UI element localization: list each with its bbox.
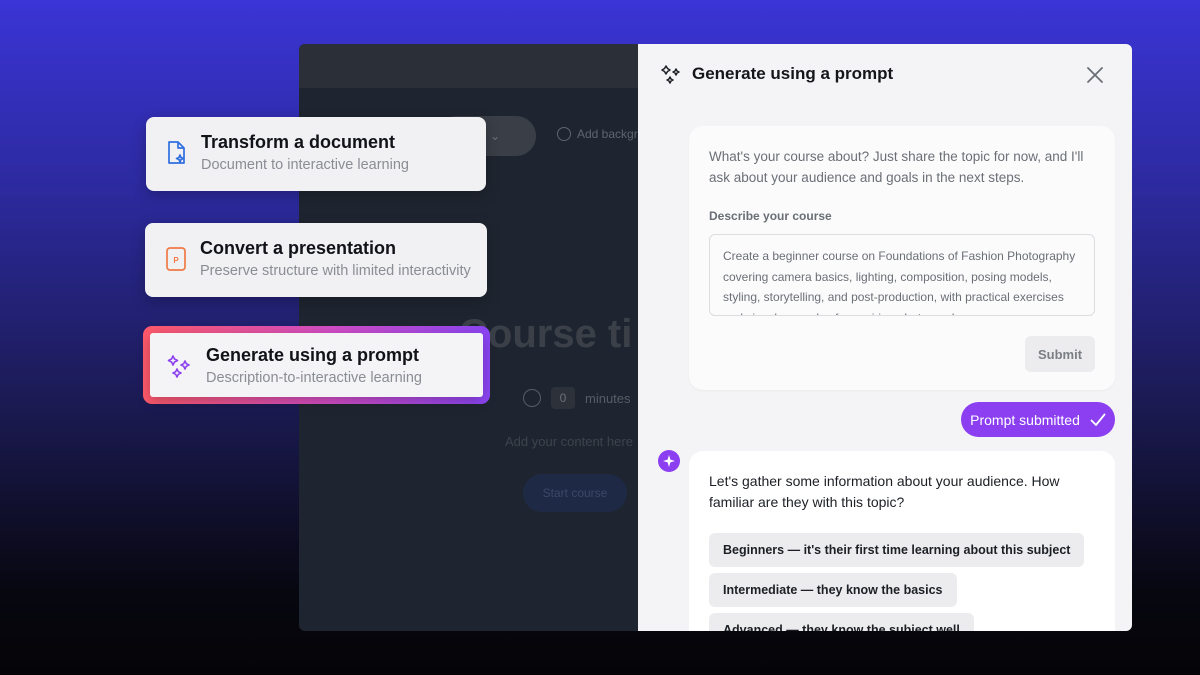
generate-panel: Generate using a prompt What's your cour… bbox=[638, 44, 1132, 631]
prompt-card: What's your course about? Just share the… bbox=[689, 126, 1115, 390]
assistant-message-card: Let's gather some information about your… bbox=[689, 451, 1115, 631]
add-content-placeholder: Add your content here bbox=[505, 434, 633, 449]
course-description-textarea[interactable]: Create a beginner course on Foundations … bbox=[709, 234, 1095, 316]
clock-icon bbox=[523, 389, 541, 407]
prompt-intro-text: What's your course about? Just share the… bbox=[709, 149, 1084, 185]
option-subtitle: Description-to-interactive learning bbox=[206, 370, 422, 386]
sparkles-icon bbox=[661, 65, 680, 84]
panel-header: Generate using a prompt bbox=[638, 44, 1132, 104]
option-subtitle: Document to interactive learning bbox=[201, 157, 409, 173]
app-topbar bbox=[299, 44, 639, 88]
svg-text:P: P bbox=[173, 256, 179, 265]
option-title: Transform a document bbox=[201, 132, 396, 152]
duration-unit: minutes bbox=[585, 390, 631, 406]
option-generate-prompt-selected-border[interactable]: Generate using a prompt Description-to-i… bbox=[143, 326, 490, 404]
assistant-question: Let's gather some information about your… bbox=[709, 473, 1060, 510]
audience-option-advanced[interactable]: Advanced — they know the subject well bbox=[709, 613, 974, 631]
prompt-submitted-label: Prompt submitted bbox=[970, 411, 1080, 428]
audience-option-intermediate[interactable]: Intermediate — they know the basics bbox=[709, 573, 957, 607]
option-convert-presentation[interactable]: P Convert a presentation Preserve struct… bbox=[145, 223, 487, 297]
option-transform-document[interactable]: Transform a document Document to interac… bbox=[146, 117, 486, 191]
add-background-label: Add backgr bbox=[577, 127, 638, 141]
prompt-submitted-badge: Prompt submitted bbox=[961, 402, 1115, 437]
audience-option-beginners[interactable]: Beginners — it's their first time learni… bbox=[709, 533, 1085, 567]
option-title: Generate using a prompt bbox=[206, 345, 420, 365]
add-background-button[interactable]: Add backgr bbox=[557, 127, 638, 141]
submit-button[interactable]: Submit bbox=[1025, 336, 1095, 372]
checkmark-icon bbox=[1090, 413, 1106, 426]
document-sparkle-icon bbox=[168, 141, 185, 164]
chevron-down-icon: ⌄ bbox=[489, 129, 501, 143]
assistant-sparkle-icon bbox=[658, 450, 680, 472]
panel-title: Generate using a prompt bbox=[692, 64, 894, 83]
image-icon bbox=[557, 127, 571, 141]
close-icon[interactable] bbox=[1084, 64, 1106, 86]
start-course-button[interactable]: Start course bbox=[523, 474, 627, 512]
option-generate-prompt[interactable]: Generate using a prompt Description-to-i… bbox=[150, 333, 483, 397]
course-duration: 0 minutes bbox=[523, 387, 631, 409]
describe-course-label: Describe your course bbox=[709, 209, 832, 223]
duration-input[interactable]: 0 bbox=[551, 387, 575, 409]
option-title: Convert a presentation bbox=[200, 238, 397, 258]
option-subtitle: Preserve structure with limited interact… bbox=[200, 263, 471, 279]
presentation-file-icon: P bbox=[166, 247, 186, 271]
sparkles-icon bbox=[167, 355, 190, 378]
